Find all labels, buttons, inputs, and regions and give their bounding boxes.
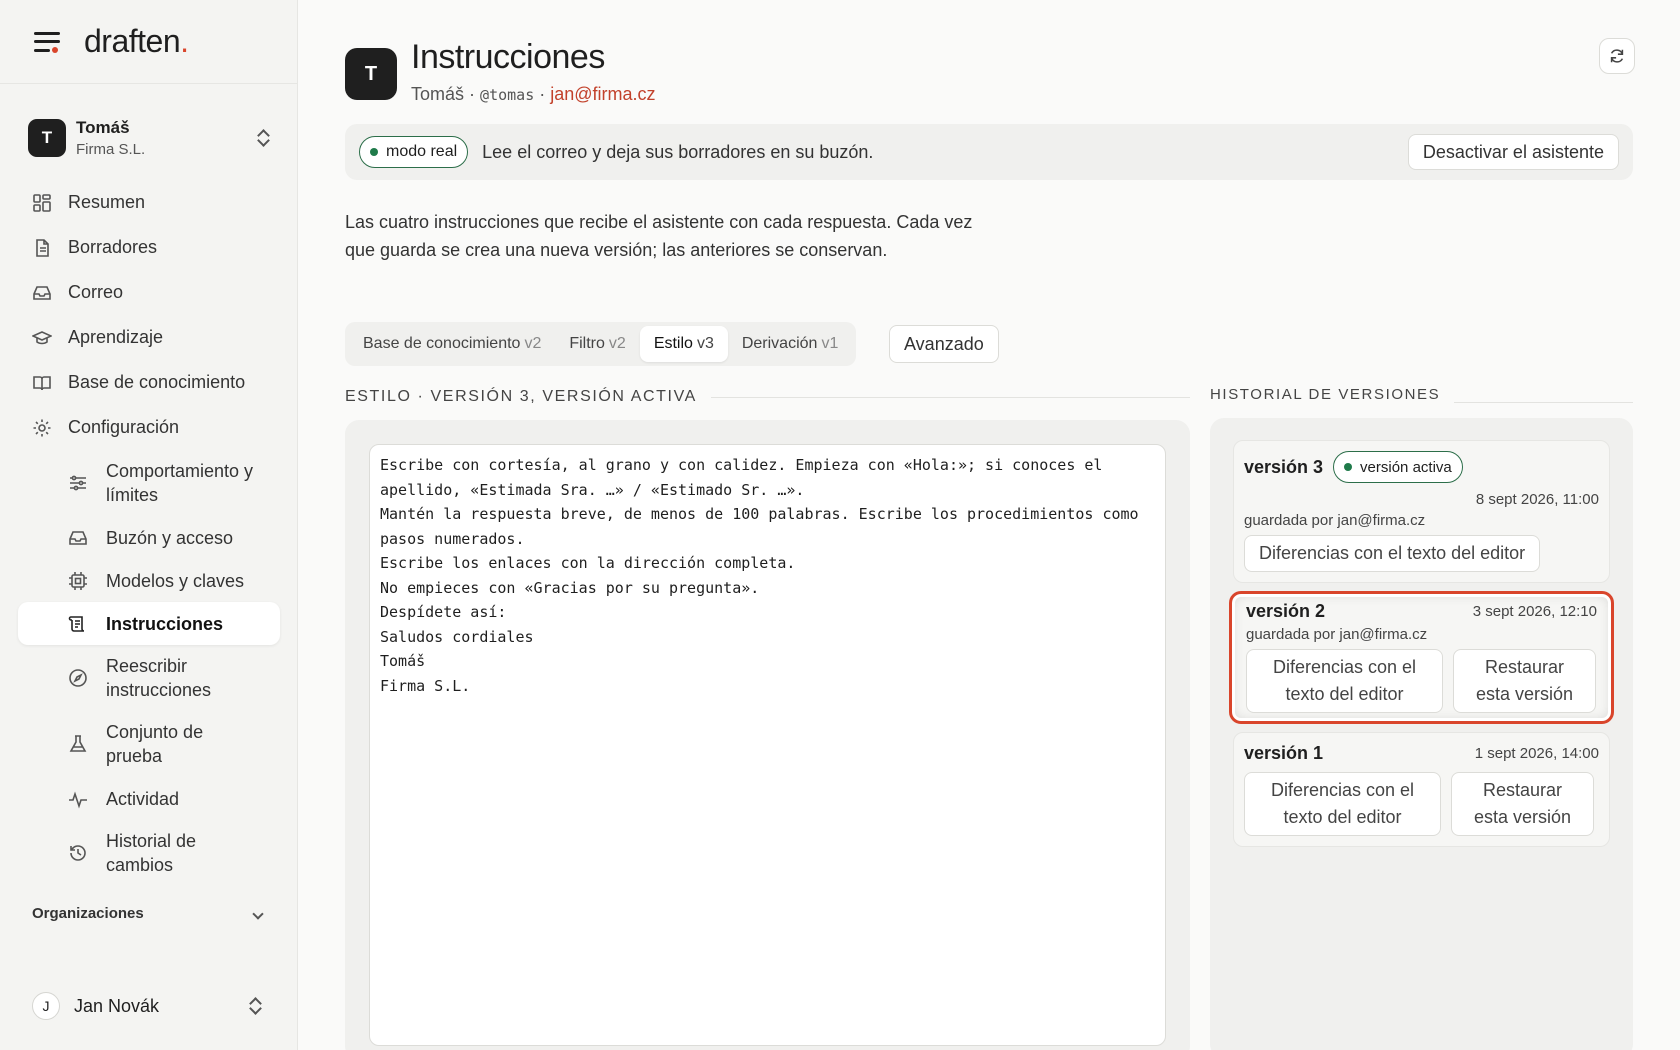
- dashboard-icon: [33, 193, 51, 212]
- history-section-label: HISTORIAL DE VERSIONES: [1210, 386, 1633, 403]
- gear-icon: [33, 419, 51, 436]
- sliders-icon: [70, 475, 86, 491]
- account-org: Firma S.L.: [76, 141, 146, 158]
- deactivate-assistant-button[interactable]: Desactivar el asistente: [1407, 134, 1619, 170]
- refresh-icon: [1610, 49, 1624, 63]
- activity-icon: [69, 790, 87, 809]
- user-avatar: J: [32, 992, 60, 1020]
- live-mode-badge: modo real: [359, 136, 469, 168]
- mode-banner: modo real Lee el correo y deja sus borra…: [345, 124, 1633, 180]
- history-icon: [70, 845, 86, 861]
- sidebar-item-aprendizaje[interactable]: Aprendizaje: [18, 315, 280, 360]
- sidebar-item-borradores[interactable]: Borradores: [18, 225, 280, 270]
- page-subtitle: Tomáš · @tomas · jan@firma.cz: [411, 84, 656, 104]
- user-menu[interactable]: J Jan Novák: [32, 992, 268, 1020]
- scroll-icon: [68, 615, 85, 632]
- version-card-1: versión 1 1 sept 2026, 14:00 Diferencias…: [1233, 732, 1610, 847]
- inbox-icon: [69, 530, 87, 545]
- active-version-badge: versión activa: [1333, 451, 1463, 483]
- version-date: 8 sept 2026, 11:00: [1475, 491, 1599, 508]
- editor-panel: Escribe con cortesía, al grano y con cal…: [345, 420, 1190, 1050]
- diff-button[interactable]: Diferencias con el texto del editor: [1246, 649, 1443, 713]
- menu-icon[interactable]: [34, 31, 60, 53]
- version-saved-by: guardada por jan@firma.cz: [1246, 626, 1428, 643]
- instruction-tabs: Base de conocimiento v2 Filtro v2 Estilo v3…: [345, 322, 857, 366]
- graduation-cap-icon: [32, 330, 52, 344]
- restore-version-button[interactable]: Restaurar esta versión: [1453, 649, 1596, 713]
- user-handle: @tomas: [480, 86, 535, 104]
- version-date: 1 sept 2026, 14:00: [1474, 745, 1599, 762]
- sidebar-item-instrucciones[interactable]: Instrucciones: [18, 602, 280, 645]
- chevron-down-icon: [252, 907, 264, 920]
- sidebar-item-historial-de-cambios[interactable]: Historial de cambios: [18, 820, 280, 886]
- version-saved-by: guardada por jan@firma.cz: [1244, 512, 1426, 529]
- sidebar: draften. T Tomáš Firma S.L. Resumen Borr…: [0, 0, 298, 1050]
- brand-bar: draften.: [0, 0, 297, 84]
- version-card-2: versión 2 3 sept 2026, 12:10 guardada po…: [1229, 591, 1614, 724]
- sidebar-item-comportamiento[interactable]: Comportamiento y límites: [18, 450, 280, 516]
- account-switcher[interactable]: T Tomáš Firma S.L.: [18, 108, 280, 168]
- version-date: 3 sept 2026, 12:10: [1472, 603, 1597, 620]
- restore-version-button[interactable]: Restaurar esta versión: [1451, 772, 1594, 836]
- tab-base-de-conocimiento[interactable]: Base de conocimiento v2: [349, 326, 555, 362]
- editor-section-label: ESTILO · VERSIÓN 3, VERSIÓN ACTIVA: [345, 388, 1190, 406]
- diff-button[interactable]: Diferencias con el texto del editor: [1244, 772, 1441, 836]
- chevron-updown-icon: [248, 996, 262, 1016]
- sidebar-item-buzon-y-acceso[interactable]: Buzón y acceso: [18, 516, 280, 559]
- instruction-editor[interactable]: Escribe con cortesía, al grano y con cal…: [369, 444, 1166, 1046]
- version-card-3: versión 3 versión activa 8 sept 2026, 11…: [1233, 440, 1610, 583]
- version-history-panel: versión 3 versión activa 8 sept 2026, 11…: [1210, 418, 1633, 1050]
- sidebar-nav: Resumen Borradores Correo Aprendizaje Ba…: [18, 180, 280, 886]
- sidebar-item-conjunto-de-prueba[interactable]: Conjunto de prueba: [18, 711, 280, 777]
- sidebar-item-configuracion[interactable]: Configuración: [18, 405, 280, 450]
- advanced-button[interactable]: Avanzado: [889, 325, 999, 363]
- version-title: versión 1: [1244, 743, 1324, 763]
- organizations-toggle[interactable]: Organizaciones: [32, 905, 268, 922]
- page-description: Las cuatro instrucciones que recibe el a…: [345, 212, 973, 260]
- sidebar-item-modelos-y-claves[interactable]: Modelos y claves: [18, 559, 280, 602]
- tab-estilo[interactable]: Estilo v3: [639, 326, 728, 362]
- status-dot-icon: [370, 148, 378, 156]
- sidebar-item-resumen[interactable]: Resumen: [18, 180, 280, 225]
- version-title: versión 3: [1244, 456, 1324, 477]
- user-name: Jan Novák: [74, 995, 160, 1016]
- main-content: T Instrucciones Tomáš · @tomas · jan@fir…: [345, 0, 1635, 1050]
- book-icon: [33, 375, 51, 390]
- chevron-updown-icon: [256, 128, 270, 148]
- diff-button[interactable]: Diferencias con el texto del editor: [1244, 535, 1541, 572]
- page-avatar: T: [345, 48, 397, 100]
- sidebar-item-actividad[interactable]: Actividad: [18, 777, 280, 820]
- flask-icon: [69, 735, 87, 752]
- sidebar-item-base-de-conocimiento[interactable]: Base de conocimiento: [18, 360, 280, 405]
- refresh-button[interactable]: [1599, 38, 1635, 74]
- version-title: versión 2: [1246, 601, 1326, 621]
- inbox-icon: [33, 285, 51, 300]
- banner-text: Lee el correo y deja sus borradores en s…: [482, 141, 874, 162]
- logo[interactable]: draften.: [84, 23, 189, 60]
- account-name: Tomáš: [76, 118, 130, 137]
- status-dot-icon: [1344, 463, 1353, 471]
- chip-icon: [69, 571, 87, 590]
- tab-filtro[interactable]: Filtro v2: [555, 326, 639, 362]
- compass-icon: [69, 669, 87, 687]
- sidebar-item-reescribir[interactable]: Reescribir instrucciones: [18, 645, 280, 711]
- document-icon: [36, 238, 49, 257]
- account-avatar: T: [28, 119, 66, 157]
- user-email[interactable]: jan@firma.cz: [550, 84, 655, 104]
- sidebar-item-correo[interactable]: Correo: [18, 270, 280, 315]
- tab-derivacion[interactable]: Derivación v1: [728, 326, 853, 362]
- page-title: Instrucciones: [411, 38, 605, 76]
